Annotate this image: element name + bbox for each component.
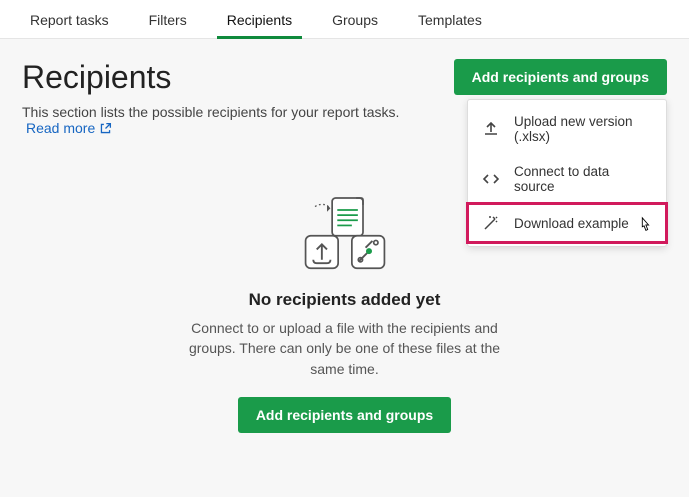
empty-illustration-icon xyxy=(285,188,405,280)
dropdown-connect-label: Connect to data source xyxy=(514,164,652,194)
dropdown-upload-label: Upload new version (.xlsx) xyxy=(514,114,652,144)
magic-wand-icon xyxy=(482,214,500,232)
external-link-icon xyxy=(99,122,112,135)
dropdown-upload-new-version[interactable]: Upload new version (.xlsx) xyxy=(468,104,666,154)
tab-report-tasks[interactable]: Report tasks xyxy=(10,0,129,38)
page-body: Recipients This section lists the possib… xyxy=(0,39,689,497)
add-recipients-button[interactable]: Add recipients and groups xyxy=(454,59,667,95)
code-icon xyxy=(482,170,500,188)
empty-description: Connect to or upload a file with the rec… xyxy=(175,318,515,379)
empty-title: No recipients added yet xyxy=(22,290,667,310)
subtitle-text: This section lists the possible recipien… xyxy=(22,104,399,120)
read-more-label: Read more xyxy=(26,120,95,136)
tab-recipients[interactable]: Recipients xyxy=(207,0,312,38)
dropdown-download-example[interactable]: Download example xyxy=(468,204,666,242)
upload-icon xyxy=(482,120,500,138)
dropdown-connect-data-source[interactable]: Connect to data source xyxy=(468,154,666,204)
dropdown-download-label: Download example xyxy=(514,216,629,231)
add-recipients-button-empty[interactable]: Add recipients and groups xyxy=(238,397,451,433)
tab-templates[interactable]: Templates xyxy=(398,0,502,38)
page-subtitle: This section lists the possible recipien… xyxy=(22,104,454,136)
pointer-cursor-icon xyxy=(636,216,654,234)
add-dropdown: Upload new version (.xlsx) Connect to da… xyxy=(467,99,667,247)
tab-bar: Report tasks Filters Recipients Groups T… xyxy=(0,0,689,39)
tab-groups[interactable]: Groups xyxy=(312,0,398,38)
page-title: Recipients xyxy=(22,59,454,96)
read-more-link[interactable]: Read more xyxy=(26,120,112,136)
tab-filters[interactable]: Filters xyxy=(129,0,207,38)
